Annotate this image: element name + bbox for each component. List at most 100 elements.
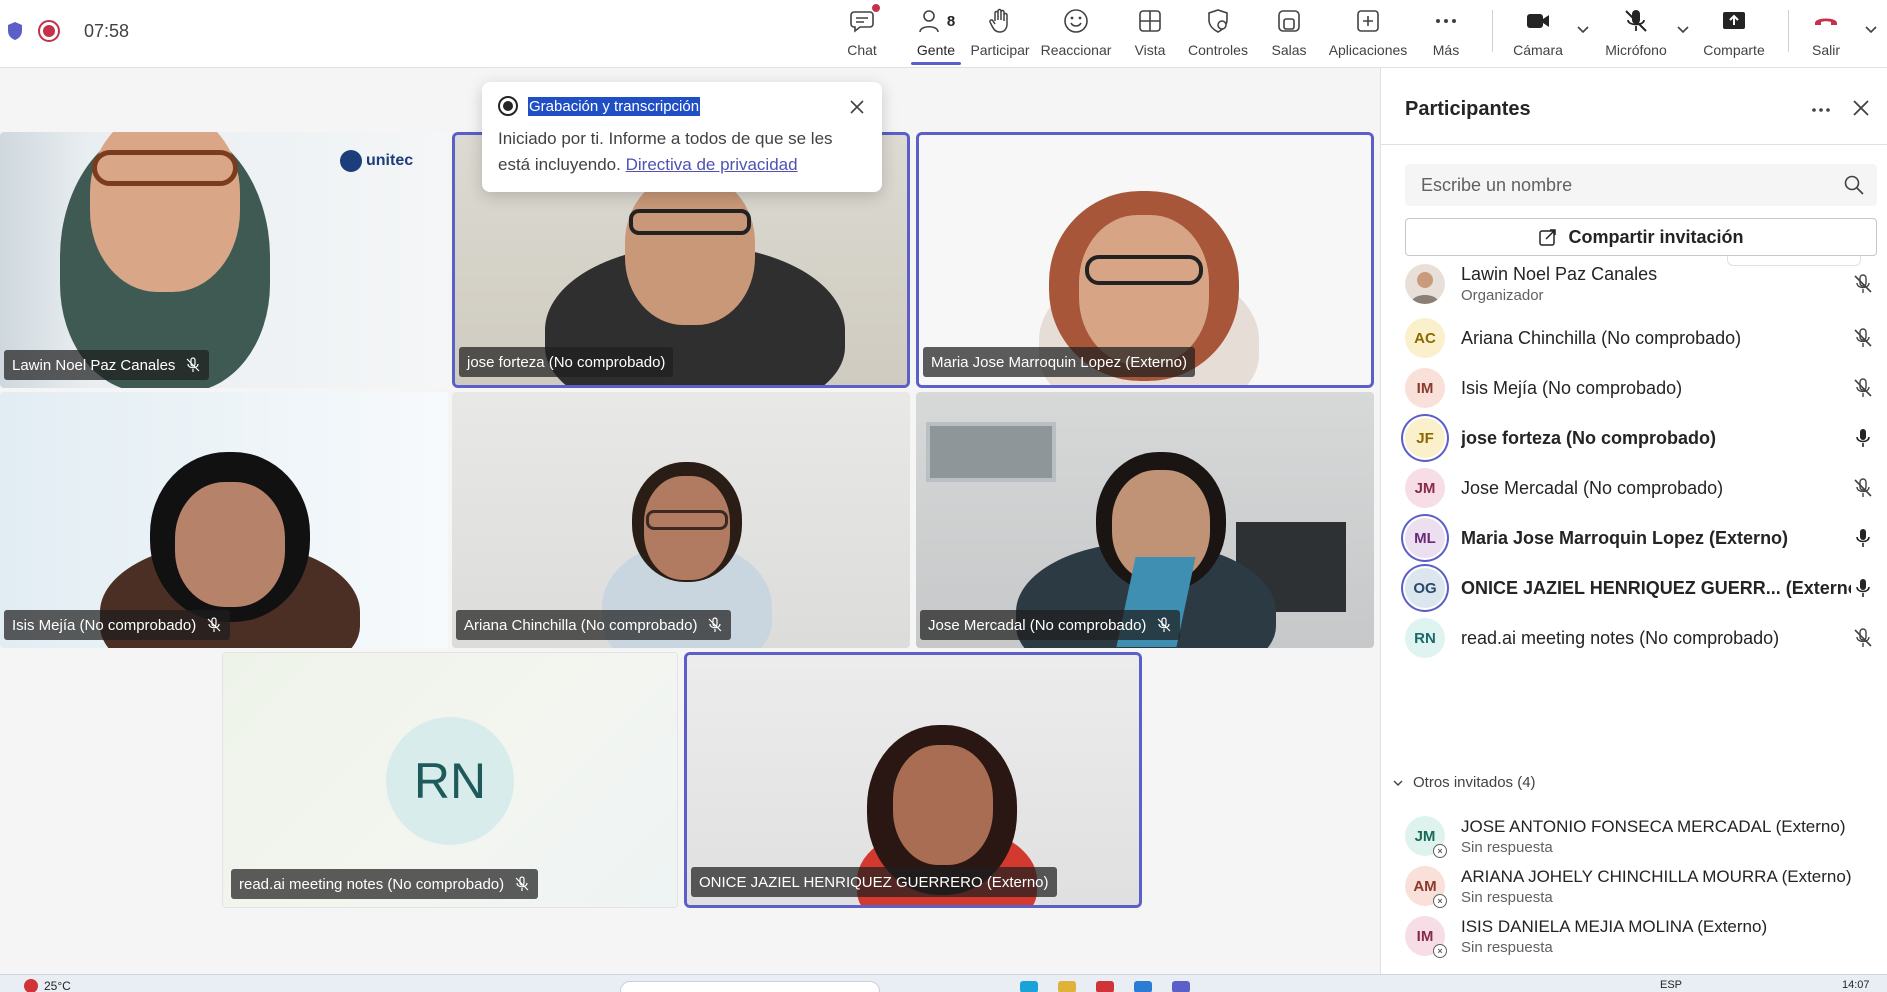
meeting-status: 07:58 <box>0 0 129 62</box>
people-label: Gente <box>916 42 956 58</box>
notification-title: Grabación y transcripción <box>528 96 701 116</box>
invitee-status: Sin respuesta <box>1461 838 1553 856</box>
video-tile[interactable]: Jose Mercadal (No comprobado) <box>916 392 1374 648</box>
raise-hand-label: Participar <box>970 42 1030 58</box>
react-button[interactable]: Reaccionar <box>1040 6 1112 60</box>
language-indicator[interactable]: ESP <box>1660 979 1682 991</box>
teams-app-icon[interactable] <box>1172 981 1190 992</box>
grid-view-icon <box>1139 10 1161 32</box>
leave-label: Salir <box>1811 42 1840 58</box>
controls-button[interactable]: Controles <box>1188 6 1248 60</box>
other-invitees-toggle[interactable]: Otros invitados (4) <box>1391 774 1536 791</box>
video-tile[interactable]: Ariana Chinchilla (No comprobado) <box>452 392 910 648</box>
chat-icon <box>850 11 874 33</box>
participant-name: Maria Jose Marroquin Lopez (Externo) <box>1461 527 1789 548</box>
close-icon[interactable] <box>1849 96 1873 120</box>
people-button[interactable]: 8 Gente <box>906 6 966 60</box>
view-button[interactable]: Vista <box>1130 6 1170 60</box>
app-icon[interactable] <box>1058 981 1076 992</box>
camera-options-chevron-down-icon[interactable] <box>1574 20 1592 38</box>
participant-row[interactable]: OG ONICE JAZIEL HENRIQUEZ GUERR... (Exter… <box>1405 562 1875 614</box>
app-icon[interactable] <box>1096 981 1114 992</box>
controls-label: Controles <box>1188 42 1248 58</box>
chat-button[interactable]: Chat <box>842 4 882 60</box>
participant-row[interactable]: AC Ariana Chinchilla (No comprobado) <box>1405 312 1875 364</box>
share-invite-label: Compartir invitación <box>1568 226 1744 247</box>
more-options-icon[interactable] <box>1809 98 1833 122</box>
share-screen-icon <box>1723 12 1745 29</box>
participant-row[interactable]: RN read.ai meeting notes (No comprobado) <box>1405 612 1875 664</box>
camera-label: Cámara <box>1513 42 1563 58</box>
video-tile[interactable]: Isis Mejía (No comprobado) <box>0 392 448 648</box>
more-button[interactable]: Más <box>1426 6 1466 60</box>
app-icon[interactable] <box>1134 981 1152 992</box>
search-input[interactable] <box>1405 164 1877 206</box>
active-tab-indicator <box>911 62 961 65</box>
video-tile-speaking[interactable]: ONICE JAZIEL HENRIQUEZ GUERRERO (Externo… <box>684 652 1142 908</box>
participant-face <box>893 745 993 865</box>
share-invite-button[interactable]: Compartir invitación <box>1405 218 1877 256</box>
tile-name-chip: Lawin Noel Paz Canales <box>4 350 210 380</box>
mic-label: Micrófono <box>1605 42 1667 58</box>
share-button[interactable]: Comparte <box>1702 6 1766 60</box>
rooms-button[interactable]: Salas <box>1270 6 1308 60</box>
invitee-row[interactable]: IM × ISIS DANIELA MEJIA MOLINA (Externo) Si… <box>1405 910 1875 962</box>
mic-icon <box>1856 579 1870 597</box>
avatar: IM <box>1405 368 1445 408</box>
invitee-row[interactable]: AM × ARIANA JOHELY CHINCHILLA MOURRA (Exte… <box>1405 860 1875 912</box>
raise-hand-button[interactable]: Participar <box>970 6 1030 60</box>
mic-off-icon <box>1158 617 1171 632</box>
participant-row[interactable]: ML Maria Jose Marroquin Lopez (Externo) <box>1405 512 1875 564</box>
participant-row[interactable]: JF jose forteza (No comprobado) <box>1405 412 1875 464</box>
apps-button[interactable]: Aplicaciones <box>1328 6 1408 60</box>
share-icon <box>1539 229 1557 246</box>
toolbar-divider <box>1492 10 1493 52</box>
app-icon[interactable] <box>1020 981 1038 992</box>
avatar: AC <box>1405 318 1445 358</box>
leave-button[interactable]: Salir <box>1810 6 1842 60</box>
close-icon[interactable] <box>846 96 868 118</box>
camera-button[interactable]: Cámara <box>1513 6 1563 60</box>
mic-off-icon <box>1625 10 1647 32</box>
mic-button[interactable]: Micrófono <box>1602 6 1670 60</box>
participants-panel: Participantes Compartir invitación Lawin… <box>1380 68 1887 974</box>
people-count: 8 <box>946 12 956 30</box>
participant-row[interactable]: Lawin Noel Paz Canales Organizador <box>1405 258 1875 310</box>
tile-name-chip: ONICE JAZIEL HENRIQUEZ GUERRERO (Externo… <box>691 867 1057 897</box>
no-response-icon: × <box>1433 944 1447 958</box>
glasses <box>1085 255 1203 285</box>
participant-name: read.ai meeting notes (No comprobado) <box>1461 627 1780 648</box>
search-icon <box>1844 175 1864 195</box>
more-label: Más <box>1432 42 1460 58</box>
taskbar-search[interactable] <box>620 981 880 992</box>
glasses <box>629 209 751 235</box>
mic-icon <box>1856 429 1870 447</box>
participant-row[interactable]: IM Isis Mejía (No comprobado) <box>1405 362 1875 414</box>
mic-off-icon <box>1854 478 1872 497</box>
add-app-icon <box>1357 10 1379 32</box>
tile-name-chip: Jose Mercadal (No comprobado) <box>920 610 1181 640</box>
weather-widget[interactable]: 25°C <box>24 979 71 992</box>
participant-name: Isis Mejía (No comprobado) <box>1461 377 1683 398</box>
avatar: JM <box>1405 468 1445 508</box>
video-tile[interactable]: RN read.ai meeting notes (No comprobado) <box>222 652 678 908</box>
unread-badge <box>872 4 880 12</box>
emoji-icon <box>1064 9 1088 33</box>
participant-row[interactable]: JM Jose Mercadal (No comprobado) <box>1405 462 1875 514</box>
privacy-policy-link[interactable]: Directiva de privacidad <box>626 155 798 174</box>
invitee-name: JOSE ANTONIO FONSECA MERCADAL (Externo) <box>1461 816 1846 836</box>
other-invitees-label: Otros invitados (4) <box>1413 774 1536 791</box>
shield-icon <box>8 22 22 40</box>
avatar: ML <box>1405 518 1445 558</box>
clock[interactable]: 14:07 <box>1842 979 1870 991</box>
video-tile[interactable]: unitec Lawin Noel Paz Canales <box>0 132 448 388</box>
leave-options-chevron-down-icon[interactable] <box>1862 20 1880 38</box>
avatar: IM × <box>1405 916 1447 958</box>
participant-face <box>175 482 285 607</box>
invitee-row[interactable]: JM × JOSE ANTONIO FONSECA MERCADAL (Extern… <box>1405 810 1875 862</box>
people-icon <box>919 10 939 33</box>
invitee-status: Sin respuesta <box>1461 938 1553 956</box>
apps-label: Aplicaciones <box>1328 42 1408 58</box>
mic-options-chevron-down-icon[interactable] <box>1674 20 1692 38</box>
video-tile-speaking[interactable]: Maria Jose Marroquin Lopez (Externo) <box>916 132 1374 388</box>
